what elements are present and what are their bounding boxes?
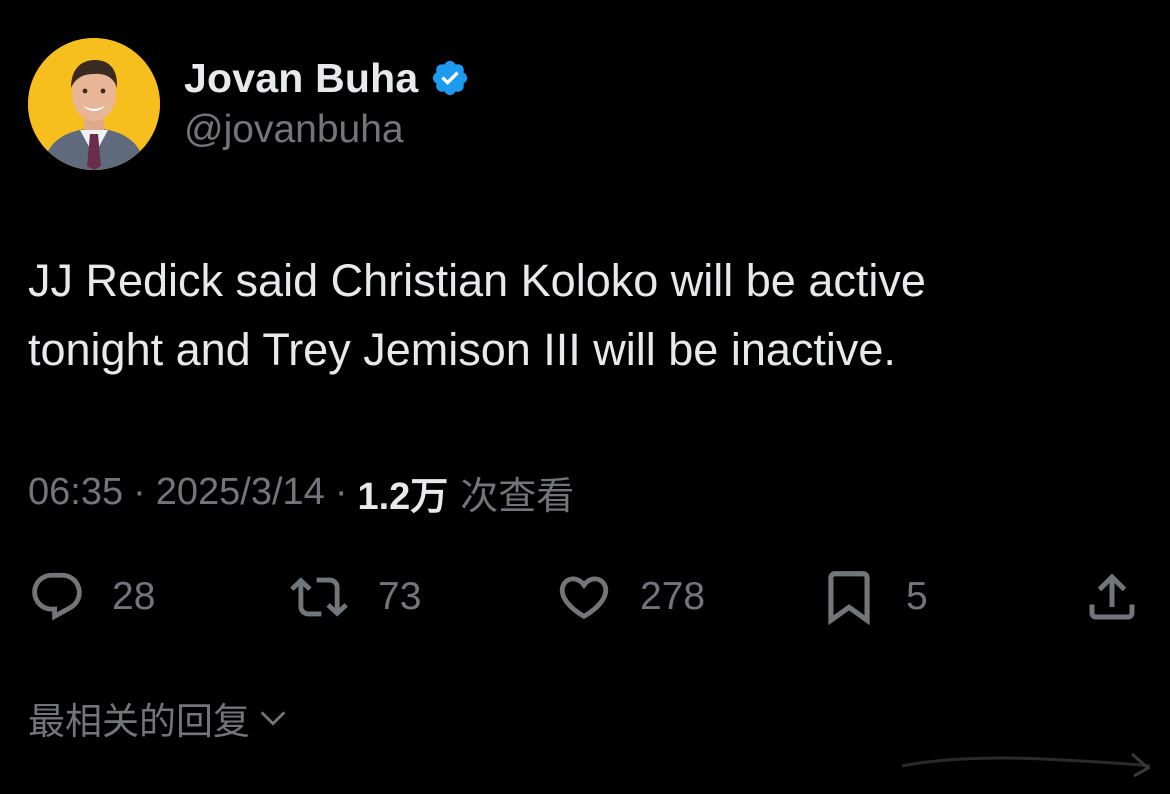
reply-count: 28 — [112, 575, 156, 618]
reply-button[interactable]: 28 — [28, 566, 155, 628]
author-handle[interactable]: @jovanbuha — [184, 108, 404, 152]
share-icon — [1089, 573, 1135, 620]
author-name-row: Jovan Buha — [184, 52, 470, 104]
verified-badge-icon — [433, 60, 468, 96]
bookmark-count: 5 — [906, 575, 928, 618]
avatar[interactable] — [28, 38, 160, 170]
chevron-down-icon — [260, 711, 286, 726]
like-count: 278 — [640, 575, 706, 618]
action-bar: 28 73 278 5 — [0, 566, 1170, 628]
tweet-text-line: JJ Redick said Christian Koloko will be … — [28, 255, 926, 306]
retweet-count: 73 — [378, 575, 422, 618]
author-display-name[interactable]: Jovan Buha — [184, 55, 418, 102]
avatar-photo — [28, 38, 160, 170]
meta-separator: · — [133, 470, 146, 513]
tweet-time[interactable]: 06:35 — [28, 471, 123, 514]
bookmark-icon — [828, 571, 870, 626]
reply-icon — [32, 572, 82, 621]
tweet-date[interactable]: 2025/3/14 — [156, 471, 325, 514]
replies-sort-label: 最相关的回复 — [28, 701, 250, 742]
replies-sort-dropdown[interactable]: 最相关的回复 — [28, 694, 290, 742]
heart-icon — [559, 576, 609, 620]
tweet-meta: 06:35 · 2025/3/14 · 1.2万 次查看 — [28, 468, 574, 518]
tweet-text: JJ Redick said Christian Koloko will be … — [28, 246, 1128, 384]
watermark-logo — [901, 752, 1151, 778]
views-count: 1.2万 — [357, 475, 449, 518]
retweet-icon — [290, 577, 348, 617]
bookmark-button[interactable]: 5 — [818, 566, 928, 628]
retweet-button[interactable]: 73 — [286, 566, 421, 628]
tweet-text-line: tonight and Trey Jemison III will be ina… — [28, 324, 896, 375]
meta-separator: · — [334, 470, 348, 513]
like-button[interactable]: 278 — [554, 566, 705, 628]
share-button[interactable] — [1082, 566, 1142, 628]
views-label: 次查看 — [460, 475, 575, 518]
